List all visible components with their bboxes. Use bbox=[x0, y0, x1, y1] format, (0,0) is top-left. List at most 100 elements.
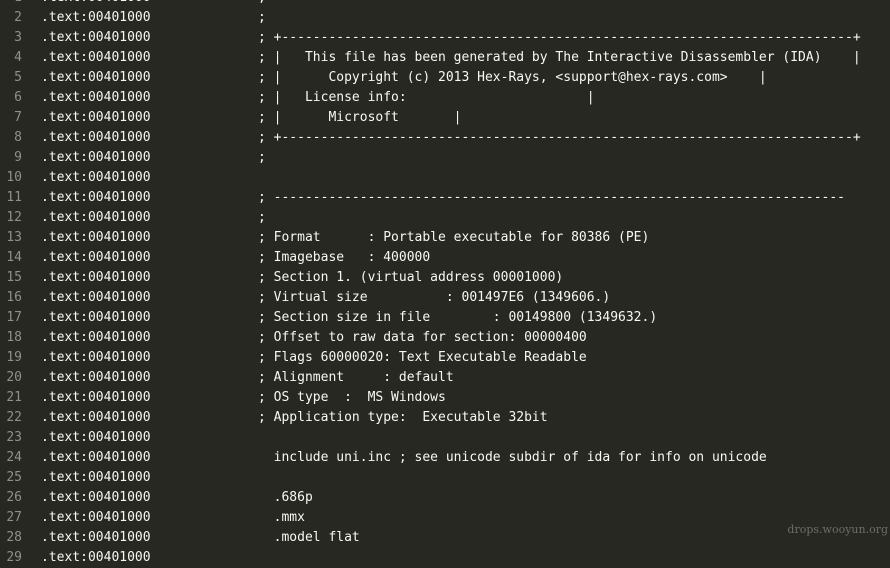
segment-address: .text:00401000 bbox=[41, 190, 151, 205]
line-number: 6 bbox=[14, 90, 22, 105]
line-number: 29 bbox=[6, 550, 22, 565]
line-number: 2 bbox=[14, 10, 22, 25]
line-number: 25 bbox=[6, 470, 22, 485]
segment-address: .text:00401000 bbox=[41, 470, 151, 485]
code-text: ; Application type: Executable 32bit bbox=[258, 410, 548, 425]
code-text: .mmx bbox=[258, 510, 305, 525]
segment-address: .text:00401000 bbox=[41, 290, 151, 305]
segment-address: .text:00401000 bbox=[41, 430, 151, 445]
line-number: 20 bbox=[6, 370, 22, 385]
code-line[interactable]: 18 .text:00401000 ; Offset to raw data for… bbox=[0, 328, 890, 348]
line-number: 26 bbox=[6, 490, 22, 505]
code-text: ; Section 1. (virtual address 00001000) bbox=[258, 270, 564, 285]
line-number: 24 bbox=[6, 450, 22, 465]
line-number: 28 bbox=[6, 530, 22, 545]
segment-address: .text:00401000 bbox=[41, 410, 151, 425]
code-text: ; bbox=[258, 10, 266, 25]
code-line[interactable]: 11 .text:00401000 ; ----------------------… bbox=[0, 188, 890, 208]
code-line[interactable]: 21 .text:00401000 ; OS type : MS Windows bbox=[0, 388, 890, 408]
segment-address: .text:00401000 bbox=[41, 10, 151, 25]
code-text: ; Imagebase : 400000 bbox=[258, 250, 431, 265]
segment-address: .text:00401000 bbox=[41, 530, 151, 545]
code-line[interactable]: 6 .text:00401000 ; | License info: | bbox=[0, 88, 890, 108]
segment-address: .text:00401000 bbox=[41, 270, 151, 285]
code-text: ; bbox=[258, 150, 266, 165]
line-number: 11 bbox=[6, 190, 22, 205]
line-number: 7 bbox=[14, 110, 22, 125]
line-number: 3 bbox=[14, 30, 22, 45]
segment-address: .text:00401000 bbox=[41, 130, 151, 145]
code-text: .686p bbox=[258, 490, 313, 505]
segment-address: .text:00401000 bbox=[41, 550, 151, 565]
line-number: 14 bbox=[6, 250, 22, 265]
code-line[interactable]: 23 .text:00401000 bbox=[0, 428, 890, 448]
code-line[interactable]: 17 .text:00401000 ; Section size in file :… bbox=[0, 308, 890, 328]
code-text: ; OS type : MS Windows bbox=[258, 390, 446, 405]
watermark: drops.wooyun.org bbox=[787, 523, 888, 536]
code-line[interactable]: 19 .text:00401000 ; Flags 60000020: Text E… bbox=[0, 348, 890, 368]
code-text: ; +-------------------------------------… bbox=[258, 30, 861, 45]
segment-address: .text:00401000 bbox=[41, 390, 151, 405]
code-text: ; --------------------------------------… bbox=[258, 190, 845, 205]
code-line[interactable]: 25 .text:00401000 bbox=[0, 468, 890, 488]
code-text: ; Offset to raw data for section: 000004… bbox=[258, 330, 587, 345]
code-line[interactable]: 24 .text:00401000 include uni.inc ; see u… bbox=[0, 448, 890, 468]
line-number: 19 bbox=[6, 350, 22, 365]
line-number: 4 bbox=[14, 50, 22, 65]
segment-address: .text:00401000 bbox=[41, 330, 151, 345]
code-line[interactable]: 3 .text:00401000 ; +----------------------… bbox=[0, 28, 890, 48]
line-number: 1 bbox=[0, 0, 22, 8]
code-line[interactable]: 13 .text:00401000 ; Format : Portable exec… bbox=[0, 228, 890, 248]
code-line[interactable]: 4 .text:00401000 ; | This file has been ge… bbox=[0, 48, 890, 68]
code-text: ; Alignment : default bbox=[258, 370, 454, 385]
line-number: 10 bbox=[6, 170, 22, 185]
line-number: 12 bbox=[6, 210, 22, 225]
code-editor[interactable]: 1 .text:00401000; 2 .text:00401000; 3 .text:0… bbox=[0, 0, 890, 568]
code-line[interactable]: 12 .text:00401000; bbox=[0, 208, 890, 228]
code-text: ; Section size in file : 00149800 (13496… bbox=[258, 310, 658, 325]
code-line[interactable]: 15 .text:00401000 ; Section 1. (virtual ad… bbox=[0, 268, 890, 288]
code-line[interactable]: 27 .text:00401000 .mmx bbox=[0, 508, 890, 528]
code-text: .model flat bbox=[258, 530, 360, 545]
line-number: 5 bbox=[14, 70, 22, 85]
code-line[interactable]: 5 .text:00401000 ; | Copyright (c) 2013 He… bbox=[0, 68, 890, 88]
segment-address: .text:00401000 bbox=[41, 370, 151, 385]
line-number: 27 bbox=[6, 510, 22, 525]
segment-address: .text:00401000 bbox=[41, 210, 151, 225]
code-line[interactable]: 29 .text:00401000 bbox=[0, 548, 890, 568]
segment-address: .text:00401000 bbox=[41, 350, 151, 365]
code-line[interactable]: 20 .text:00401000 ; Alignment : default bbox=[0, 368, 890, 388]
segment-address: .text:00401000 bbox=[41, 510, 151, 525]
code-line[interactable]: 16 .text:00401000 ; Virtual size : 001497E… bbox=[0, 288, 890, 308]
line-number: 15 bbox=[6, 270, 22, 285]
code-line[interactable]: 2 .text:00401000; bbox=[0, 8, 890, 28]
code-text: ; | License info: | bbox=[258, 90, 595, 105]
code-line[interactable]: 1 .text:00401000; bbox=[0, 0, 890, 8]
line-number: 21 bbox=[6, 390, 22, 405]
line-number: 8 bbox=[14, 130, 22, 145]
segment-address: .text:00401000 bbox=[41, 30, 151, 45]
segment-address: .text:00401000 bbox=[41, 450, 151, 465]
segment-address: .text:00401000 bbox=[41, 90, 151, 105]
code-text: ; | Copyright (c) 2013 Hex-Rays, <suppor… bbox=[258, 70, 767, 85]
segment-address: .text:00401000 bbox=[41, 110, 151, 125]
code-line[interactable]: 14 .text:00401000 ; Imagebase : 400000 bbox=[0, 248, 890, 268]
code-line[interactable]: 9 .text:00401000; bbox=[0, 148, 890, 168]
segment-address: .text:00401000 bbox=[41, 50, 151, 65]
code-line[interactable]: 28 .text:00401000 .model flat bbox=[0, 528, 890, 548]
line-number: 22 bbox=[6, 410, 22, 425]
code-line[interactable]: 8 .text:00401000 ; +----------------------… bbox=[0, 128, 890, 148]
code-line[interactable]: 26 .text:00401000 .686p bbox=[0, 488, 890, 508]
segment-address: .text:00401000 bbox=[41, 150, 151, 165]
segment-address: .text:00401000 bbox=[41, 0, 151, 8]
code-line[interactable]: 22 .text:00401000 ; Application type: Exec… bbox=[0, 408, 890, 428]
segment-address: .text:00401000 bbox=[41, 310, 151, 325]
line-number: 18 bbox=[6, 330, 22, 345]
code-text: ; Virtual size : 001497E6 (1349606.) bbox=[258, 290, 611, 305]
code-text: ; bbox=[258, 0, 266, 8]
segment-address: .text:00401000 bbox=[41, 230, 151, 245]
line-number: 17 bbox=[6, 310, 22, 325]
segment-address: .text:00401000 bbox=[41, 490, 151, 505]
code-line[interactable]: 10 .text:00401000 bbox=[0, 168, 890, 188]
code-line[interactable]: 7 .text:00401000 ; | Microsoft | bbox=[0, 108, 890, 128]
